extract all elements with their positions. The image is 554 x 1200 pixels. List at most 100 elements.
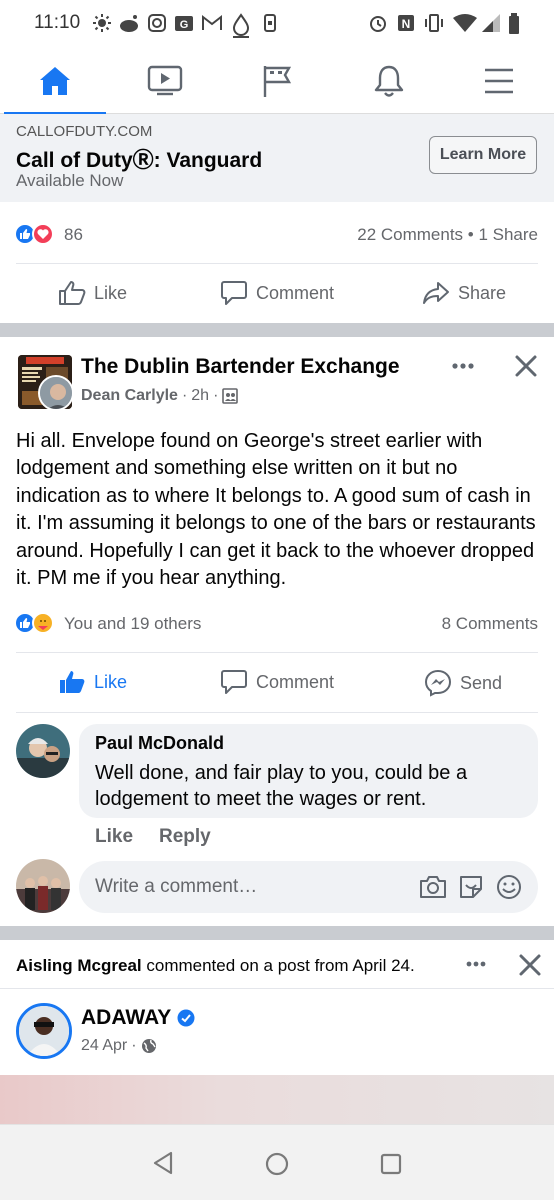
ad-comments-shares[interactable]: 22 Comments • 1 Share [357,225,538,245]
menu-tab[interactable] [444,48,554,114]
post-image-preview[interactable] [0,1075,554,1124]
post-comments-count[interactable]: 8 Comments [442,614,538,634]
ad-comment-label: Comment [256,282,335,303]
brightness-icon [93,14,111,32]
comment-icon [221,670,247,694]
globe-icon [141,1039,156,1053]
activity-header: Aisling Mcgreal commented on a post from… [16,956,415,976]
love-reaction-icon [32,223,54,245]
page-name-row: ADAWAY [81,1006,195,1030]
home-tab[interactable] [0,48,110,115]
signal-icon [482,14,500,32]
comment-input-placeholder: Write a comment… [95,876,258,897]
comment-like-button[interactable]: Like [95,826,133,848]
post-meta: Dean Carlyle · 2h · [81,387,239,405]
commenter-avatar[interactable] [16,724,70,778]
pages-tab[interactable] [222,48,332,114]
divider [16,263,538,264]
vibrate-icon [425,14,443,32]
share-icon [423,282,449,304]
activity-author[interactable]: Aisling Mcgreal [16,956,142,975]
messenger-icon [424,669,452,697]
more-options-icon[interactable] [465,958,487,970]
recents-icon[interactable] [380,1153,402,1175]
page-post-meta: 24 Apr · [81,1037,157,1055]
divider [16,712,538,713]
thumbs-up-filled-icon [60,671,85,693]
comment-author[interactable]: Paul McDonald [95,733,224,754]
learn-more-button[interactable]: Learn More [429,136,537,174]
post-send-button[interactable]: Send [424,669,502,697]
comment-bubble[interactable]: Paul McDonald Well done, and fair play t… [79,724,538,818]
ad-comment-button[interactable]: Comment [220,280,334,306]
camera-icon[interactable] [419,874,447,900]
meta-dot: · [181,387,188,404]
divider [16,652,538,653]
feed-separator [0,323,554,337]
page-name[interactable]: ADAWAY [81,1006,171,1030]
system-navigation-bar [0,1124,554,1200]
ad-title: Call of DutyⓇ: Vanguard [16,149,263,172]
more-options-icon[interactable] [451,360,475,372]
ad-domain: CALLOFDUTY.COM [16,123,153,140]
divider [0,988,554,989]
post-text: Hi all. Envelope found on George's stree… [16,430,536,590]
post-reaction-icons[interactable] [14,612,54,634]
flag-icon [263,66,292,97]
post-send-label: Send [460,672,503,693]
post-comment-button[interactable]: Comment [220,669,334,695]
author-avatar[interactable] [38,375,74,411]
comment-input[interactable]: Write a comment… [79,861,538,913]
verified-badge-icon [177,1009,195,1027]
notifications-tab[interactable] [334,48,444,114]
gmail-icon [202,14,222,30]
nfc-icon: N [398,15,414,31]
video-icon [147,65,183,96]
comment-reply-button[interactable]: Reply [159,826,211,848]
water-drop-icon [232,13,250,38]
post-reactions-text[interactable]: You and 19 others [64,614,201,634]
comment-text: Well done, and fair play to you, could b… [95,762,468,810]
page-avatar[interactable] [16,1003,72,1059]
post-comment-label: Comment [256,671,335,692]
hamburger-icon [485,68,513,94]
home-button-icon[interactable] [265,1152,289,1176]
alarm-icon [370,16,386,32]
svg-text:G: G [180,19,189,31]
battery-icon [509,13,519,34]
watch-tab[interactable] [110,48,220,114]
ad-like-button[interactable]: Like [58,280,127,306]
top-navigation [0,48,554,115]
ad-reaction-icons[interactable] [14,223,54,245]
close-icon[interactable] [514,354,538,378]
meta-dot: · [131,1037,137,1054]
svg-text:N: N [402,17,411,31]
ad-share-label: Share [458,282,507,303]
group-audience-icon [222,388,239,404]
wifi-icon [453,14,477,32]
group-name[interactable]: The Dublin Bartender Exchange [81,355,400,379]
post-like-label: Like [94,671,128,692]
phone-icon [264,14,276,32]
ad-like-label: Like [94,282,128,303]
google-news-icon: G [175,16,193,31]
post-time[interactable]: 2h [191,387,209,405]
instagram-icon [148,14,166,32]
page-post-date[interactable]: 24 Apr [81,1037,127,1055]
user-avatar[interactable] [16,859,70,913]
meta-dot: · [213,387,219,404]
back-icon[interactable] [152,1151,174,1175]
close-icon[interactable] [518,953,542,977]
home-icon [40,67,70,95]
ad-subtitle: Available Now [16,171,124,190]
bell-icon [374,65,404,97]
clock: 11:10 [34,12,81,33]
thumbs-up-icon [59,281,86,305]
reddit-icon [120,15,138,32]
ad-share-button[interactable]: Share [422,280,506,306]
ad-reactions-count[interactable]: 86 [64,225,83,245]
author-name[interactable]: Dean Carlyle [81,387,178,405]
sticker-icon[interactable] [457,873,485,901]
post-like-button[interactable]: Like [58,669,127,695]
emoji-icon[interactable] [495,873,523,901]
